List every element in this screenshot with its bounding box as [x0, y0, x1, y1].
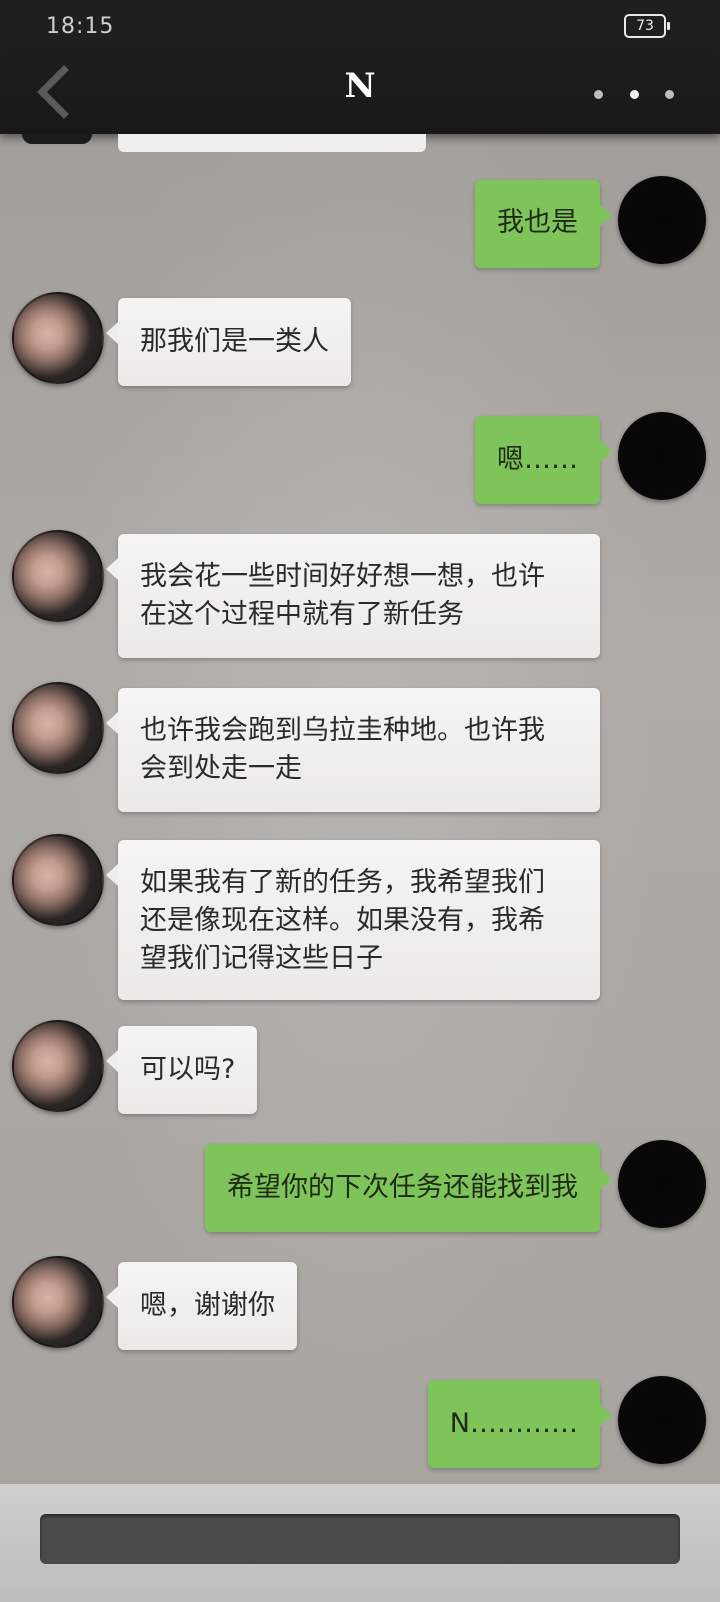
my-avatar[interactable] — [618, 176, 706, 264]
message-text: 可以吗? — [140, 1054, 236, 1085]
contact-avatar[interactable] — [12, 292, 104, 384]
my-avatar[interactable] — [618, 412, 706, 500]
battery-icon: 73 — [624, 14, 670, 38]
more-dot-icon — [629, 89, 639, 99]
my-avatar[interactable] — [618, 1376, 706, 1464]
contact-avatar[interactable] — [12, 1256, 104, 1348]
message-bubble-outgoing[interactable]: N………… — [427, 1380, 613, 1468]
message-text: 那我们是一类人 — [140, 326, 329, 357]
input-bar — [0, 1484, 720, 1602]
message-bubble-incoming[interactable]: 我会花一些时间好好想一想，也许 在这个过程中就有了新任务 — [106, 534, 600, 658]
status-time: 18:15 — [46, 14, 115, 39]
chat-header: N — [0, 52, 720, 134]
message-text: N………… — [449, 1408, 578, 1439]
message-bubble-outgoing[interactable]: 希望你的下次任务还能找到我 — [205, 1144, 612, 1232]
message-text: 希望你的下次任务还能找到我 — [227, 1172, 578, 1203]
message-input[interactable] — [40, 1514, 680, 1564]
contact-avatar[interactable] — [12, 834, 104, 926]
contact-avatar[interactable] — [12, 1020, 104, 1112]
message-text-line: 我会花一些时间好好想一想，也许 — [140, 561, 545, 592]
message-text-line: 还是像现在这样。如果没有，我希 — [140, 905, 545, 936]
message-text: 嗯…… — [497, 444, 578, 475]
message-text: 嗯，谢谢你 — [140, 1290, 275, 1321]
message-text-line: 如果我有了新的任务，我希望我们 — [140, 867, 545, 898]
message-bubble-partial — [118, 134, 426, 152]
message-text-line: 也许我会跑到乌拉圭种地。也许我 — [140, 715, 545, 746]
my-avatar[interactable] — [618, 1140, 706, 1228]
contact-avatar[interactable] — [12, 682, 104, 774]
message-bubble-incoming[interactable]: 如果我有了新的任务，我希望我们 还是像现在这样。如果没有，我希 望我们记得这些日… — [106, 840, 600, 1000]
message-text-line: 会到处走一走 — [140, 753, 302, 784]
message-bubble-outgoing[interactable]: 嗯…… — [475, 416, 612, 504]
message-text-line: 在这个过程中就有了新任务 — [140, 599, 464, 630]
message-bubble-incoming[interactable]: 那我们是一类人 — [106, 298, 351, 386]
message-bubble-incoming[interactable]: 嗯，谢谢你 — [106, 1262, 297, 1350]
message-bubble-incoming[interactable]: 也许我会跑到乌拉圭种地。也许我 会到处走一走 — [106, 688, 600, 812]
status-bar: 18:15 73 — [0, 0, 720, 52]
more-options-button[interactable] — [594, 76, 674, 112]
contact-avatar[interactable] — [12, 530, 104, 622]
message-bubble-outgoing[interactable]: 我也是 — [475, 180, 612, 268]
message-bubble-incoming[interactable]: 可以吗? — [105, 1026, 258, 1114]
more-dot-icon — [665, 89, 674, 99]
message-text-line: 望我们记得这些日子 — [140, 943, 383, 974]
more-dot-icon — [594, 89, 603, 99]
avatar-partial — [22, 134, 92, 144]
message-text: 我也是 — [497, 207, 578, 238]
